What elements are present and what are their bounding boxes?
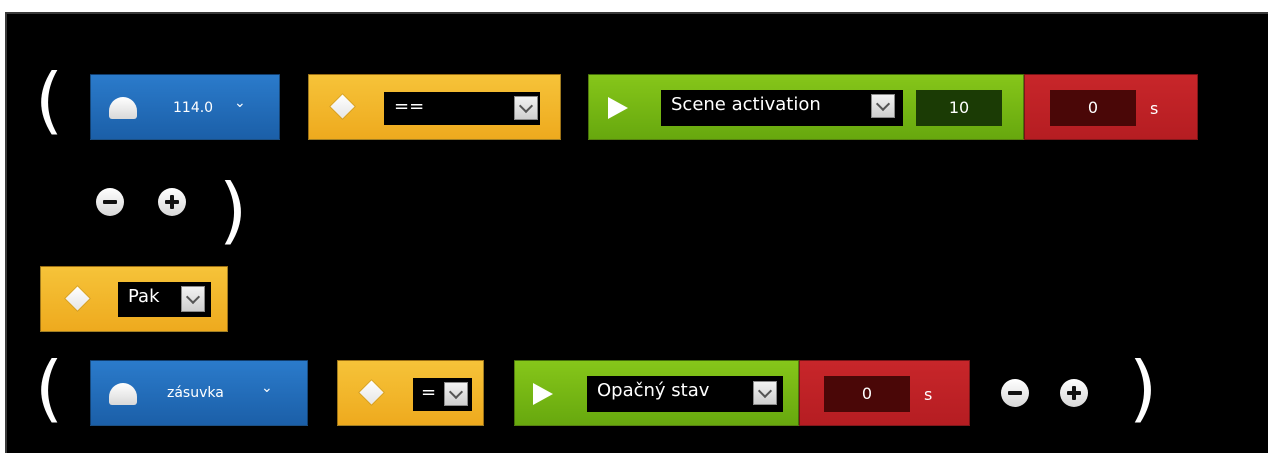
operator-block: == bbox=[308, 74, 561, 140]
chevron-down-icon[interactable] bbox=[444, 382, 468, 406]
action-select[interactable]: Scene activation bbox=[661, 90, 903, 126]
delay-unit: s bbox=[924, 385, 933, 404]
play-icon bbox=[608, 97, 628, 119]
chevron-down-icon: ⌄ bbox=[234, 95, 246, 111]
operator-block: = bbox=[337, 360, 484, 426]
play-icon bbox=[533, 383, 553, 405]
minus-circle-icon[interactable] bbox=[1001, 379, 1029, 407]
chevron-down-icon: ⌄ bbox=[261, 380, 273, 396]
delay-unit: s bbox=[1150, 99, 1159, 118]
close-paren: ) bbox=[1129, 346, 1158, 430]
action-block: Opačný stav bbox=[514, 360, 799, 426]
operator-select[interactable]: == bbox=[384, 92, 540, 125]
open-paren: ( bbox=[35, 58, 64, 142]
chevron-down-icon[interactable] bbox=[753, 381, 777, 405]
minus-circle-icon[interactable] bbox=[96, 188, 124, 216]
action-block: Scene activation 10 bbox=[588, 74, 1024, 140]
device-cloud-icon bbox=[107, 381, 139, 405]
diamond-icon bbox=[359, 380, 384, 405]
chevron-down-icon[interactable] bbox=[871, 94, 895, 118]
operator-value: == bbox=[394, 96, 425, 117]
delay-input[interactable]: 0 bbox=[1050, 90, 1136, 126]
diamond-icon bbox=[330, 94, 355, 119]
connector-block: Pak bbox=[40, 266, 228, 332]
operator-select[interactable]: = bbox=[413, 378, 472, 411]
plus-circle-icon[interactable] bbox=[158, 188, 186, 216]
device-label: zásuvka bbox=[167, 385, 224, 401]
delay-input[interactable]: 0 bbox=[824, 376, 910, 412]
diamond-icon bbox=[65, 286, 90, 311]
chevron-down-icon[interactable] bbox=[181, 286, 205, 312]
connector-select[interactable]: Pak bbox=[118, 282, 211, 317]
action-select[interactable]: Opačný stav bbox=[587, 376, 783, 412]
device-cloud-icon bbox=[107, 95, 139, 119]
scene-number-input[interactable]: 10 bbox=[916, 90, 1002, 126]
action-value: Scene activation bbox=[671, 94, 821, 115]
operator-value: = bbox=[421, 382, 437, 403]
device-selector[interactable]: 114.0 ⌄ bbox=[90, 74, 280, 140]
device-label: 114.0 bbox=[173, 100, 214, 116]
action-value: Opačný stav bbox=[597, 380, 710, 401]
plus-circle-icon[interactable] bbox=[1060, 379, 1088, 407]
chevron-down-icon[interactable] bbox=[514, 96, 538, 120]
close-paren: ) bbox=[219, 168, 248, 252]
rule-editor-panel: ( 114.0 ⌄ == Scene activation 10 0 s ) P… bbox=[5, 12, 1268, 453]
connector-value: Pak bbox=[128, 286, 160, 307]
device-selector[interactable]: zásuvka ⌄ bbox=[90, 360, 308, 426]
window-top-strip bbox=[0, 0, 1268, 12]
open-paren: ( bbox=[35, 346, 64, 430]
delay-block: 0 s bbox=[1024, 74, 1198, 140]
delay-block: 0 s bbox=[799, 360, 970, 426]
